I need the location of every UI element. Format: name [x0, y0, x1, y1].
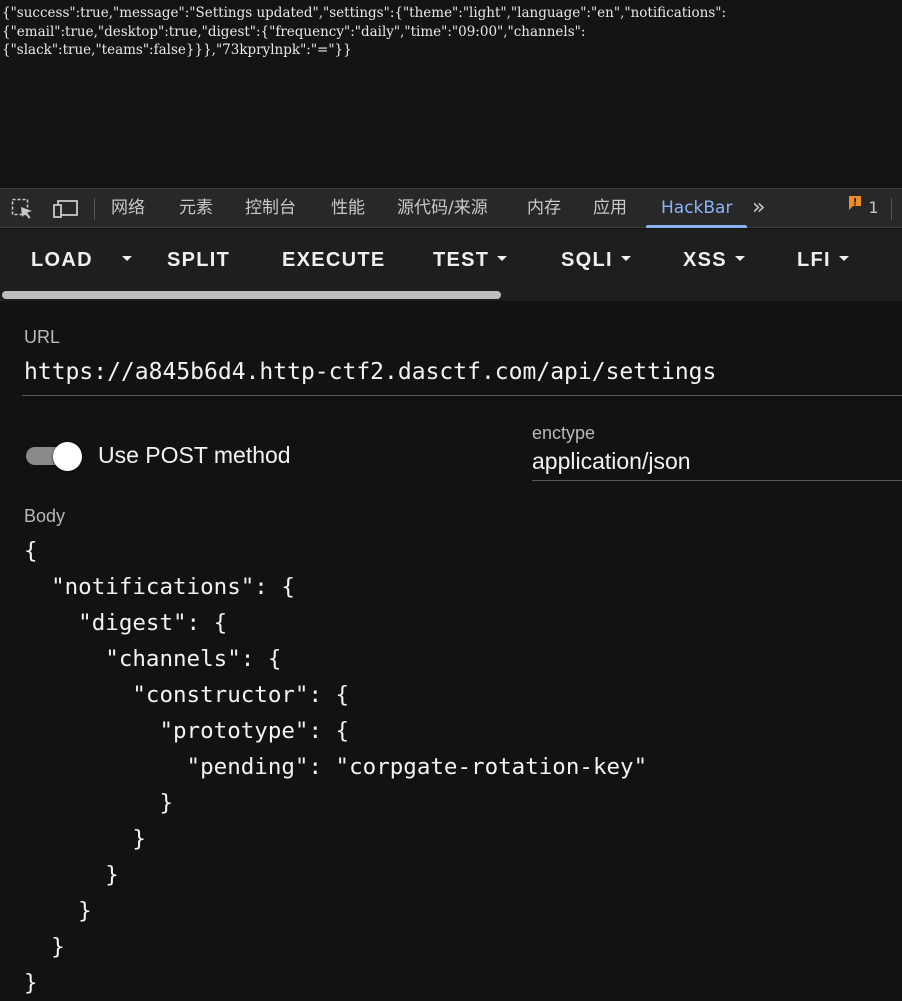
load-button[interactable]: LOAD: [31, 241, 93, 279]
response-body: {"success":true,"message":"Settings upda…: [0, 0, 902, 188]
execute-button[interactable]: EXECUTE: [282, 241, 386, 279]
post-method-toggle[interactable]: [26, 442, 84, 471]
tab-memory[interactable]: 内存: [527, 189, 561, 227]
toggle-knob: [53, 442, 82, 471]
url-input-underline: [22, 395, 902, 396]
split-button[interactable]: SPLIT: [167, 241, 230, 279]
issue-flag-icon: [847, 187, 863, 225]
response-line: {"success":true,"message":"Settings upda…: [2, 5, 727, 21]
tab-performance[interactable]: 性能: [331, 189, 365, 227]
toolbar-divider: [94, 198, 95, 220]
tab-sources[interactable]: 源代码/来源: [397, 189, 488, 227]
chevron-down-icon: [734, 256, 745, 262]
post-method-label: Use POST method: [98, 442, 291, 468]
url-input[interactable]: https://a845b6d4.http-ctf2.dasctf.com/ap…: [24, 359, 716, 385]
tab-application[interactable]: 应用: [593, 189, 627, 227]
enctype-label: enctype: [532, 423, 596, 443]
active-tab-indicator: [646, 225, 747, 228]
sqli-menu-label: SQLI: [561, 249, 613, 271]
response-line: {"slack":true,"teams":false}}},"73kpryln…: [2, 42, 352, 58]
scrollbar-thumb[interactable]: [2, 291, 501, 299]
toolbar-scrollbar[interactable]: [0, 291, 902, 301]
xss-menu-label: XSS: [683, 249, 727, 271]
response-line: {"email":true,"desktop":true,"digest":{"…: [2, 23, 586, 40]
devtools-tab-bar: 网络 元素 控制台 性能 源代码/来源 内存 应用 HackBar » 1: [0, 188, 902, 228]
issues-count: 1: [868, 198, 879, 217]
chevron-down-icon: [838, 256, 849, 262]
tab-network[interactable]: 网络: [111, 189, 145, 227]
test-menu-button[interactable]: TEST: [433, 241, 508, 279]
url-label: URL: [24, 327, 61, 347]
lfi-menu-button[interactable]: LFI: [797, 241, 849, 279]
tab-console[interactable]: 控制台: [245, 189, 296, 227]
enctype-select[interactable]: application/json: [532, 448, 691, 475]
tab-elements[interactable]: 元素: [179, 189, 213, 227]
more-tabs-chevron-icon[interactable]: »: [752, 189, 765, 227]
enctype-select-underline: [532, 480, 902, 481]
body-textarea[interactable]: { "notifications": { "digest": { "channe…: [24, 533, 902, 1001]
sqli-menu-button[interactable]: SQLI: [561, 241, 631, 279]
issues-badge[interactable]: 1: [847, 189, 879, 227]
toolbar-divider: [891, 198, 892, 220]
device-toolbar-icon[interactable]: [52, 198, 80, 220]
lfi-menu-label: LFI: [797, 249, 831, 271]
hackbar-form: URL https://a845b6d4.http-ctf2.dasctf.co…: [0, 301, 902, 997]
chevron-down-icon: [620, 256, 631, 262]
chevron-down-icon: [497, 256, 508, 262]
xss-menu-button[interactable]: XSS: [683, 241, 745, 279]
body-label: Body: [24, 506, 66, 526]
tab-hackbar[interactable]: HackBar: [661, 189, 732, 227]
load-options-chevron-down-icon[interactable]: [116, 241, 138, 279]
test-menu-label: TEST: [433, 249, 490, 271]
inspect-element-icon[interactable]: [11, 198, 35, 220]
hackbar-toolbar: LOAD SPLIT EXECUTE TEST SQLI XSS LFI: [0, 229, 902, 301]
